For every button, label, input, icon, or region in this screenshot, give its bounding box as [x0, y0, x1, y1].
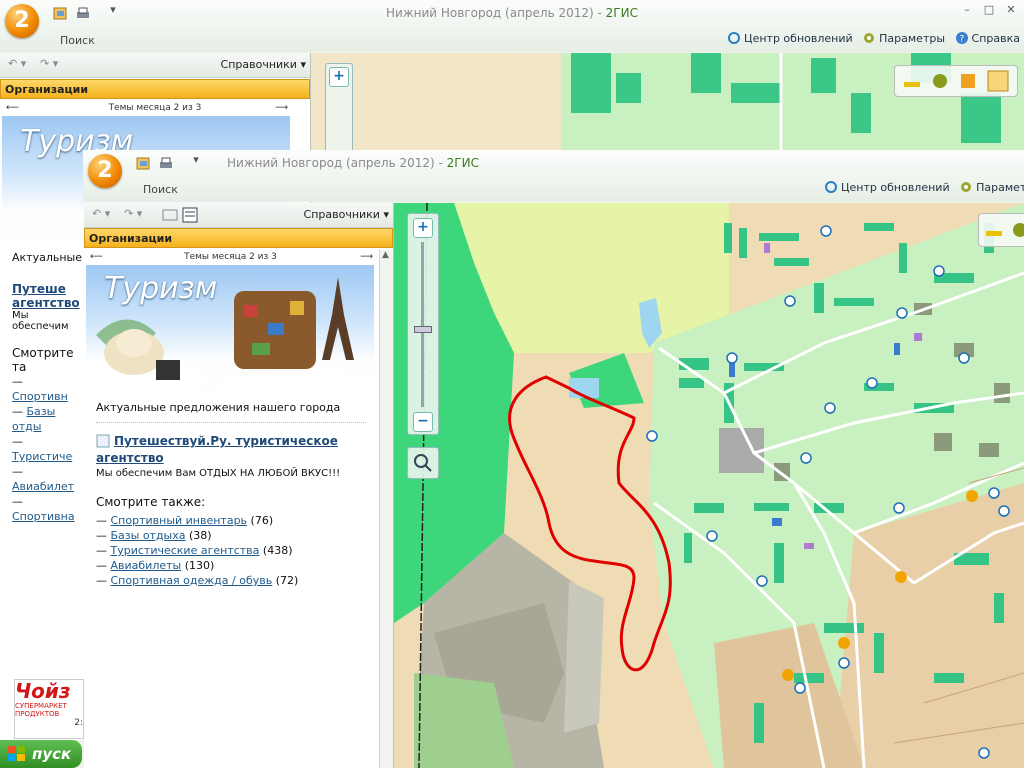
- help-link[interactable]: ? Справка: [955, 31, 1020, 45]
- detail-view-icon[interactable]: [182, 207, 198, 223]
- back-see-also: Смотрите та: [12, 346, 74, 374]
- back-subtitle: Актуальные: [12, 251, 82, 264]
- back-arrow-icon[interactable]: ↶ ▾: [8, 57, 26, 70]
- radius-icon[interactable]: [1011, 221, 1024, 239]
- themes-next-icon[interactable]: ⟶: [360, 250, 373, 264]
- tourism-banner[interactable]: Туризм: [86, 265, 374, 393]
- update-center-link[interactable]: Центр обновлений: [824, 180, 950, 194]
- map-canvas: [394, 203, 1024, 768]
- ribbon-links: Центр обновлений Параметры ? Справка: [721, 31, 1020, 45]
- list-item[interactable]: — Спортивный инвентарь (76): [96, 513, 366, 528]
- organizations-header[interactable]: Организации: [84, 228, 393, 248]
- themes-label: Темы месяца 2 из 3: [108, 103, 202, 113]
- params-link[interactable]: Параметры: [959, 180, 1024, 194]
- forward-arrow-icon[interactable]: ↷ ▾: [40, 57, 58, 70]
- list-item[interactable]: — Базы отдыха (38): [96, 528, 366, 543]
- themes-label: Темы месяца 2 из 3: [184, 252, 277, 262]
- panel-toolbar: ↶ ▾ ↷ ▾ Справочники ▾: [84, 203, 393, 228]
- featured-link[interactable]: Путешествуй.Ру. туристическое агентство: [96, 434, 338, 465]
- back-list-item[interactable]: — Спортивна: [12, 494, 82, 524]
- forward-arrow-icon[interactable]: ↷ ▾: [124, 207, 142, 220]
- start-label: пуск: [32, 745, 72, 763]
- back-map[interactable]: +: [311, 53, 1024, 150]
- zoom-out-button[interactable]: −: [413, 412, 433, 432]
- refresh-icon: [728, 32, 741, 44]
- panel-scrollbar[interactable]: ▲: [379, 250, 393, 768]
- map-view[interactable]: + −: [394, 203, 1024, 768]
- themes-prev-icon[interactable]: ⟵: [6, 101, 19, 115]
- refresh-icon: [825, 181, 837, 193]
- minimize-button[interactable]: –: [958, 3, 976, 19]
- ad-line2: ПРОДУКТОВ: [15, 710, 60, 718]
- radius-icon[interactable]: [931, 72, 949, 90]
- copy-icon[interactable]: [987, 70, 1009, 92]
- ad-brand: Чойз: [15, 679, 71, 703]
- zoom-slider[interactable]: [421, 242, 424, 407]
- divider: [96, 422, 366, 423]
- help-icon: ?: [955, 32, 968, 45]
- themes-nav: ⟵ Темы месяца 2 из 3 ⟶: [84, 250, 377, 264]
- params-link[interactable]: Параметры: [862, 31, 945, 45]
- zoom-slider-handle[interactable]: [414, 326, 432, 333]
- themes-nav: ⟵ Темы месяца 2 из 3 ⟶: [0, 101, 310, 115]
- featured-desc: Мы обеспечим Вам ОТДЫХ НА ЛЮБОЙ ВКУС!!!: [96, 468, 341, 479]
- search-tab[interactable]: Поиск: [143, 183, 178, 196]
- back-list-item[interactable]: — Туристиче: [12, 434, 82, 464]
- featured-item[interactable]: Путешествуй.Ру. туристическое агентство: [96, 433, 366, 467]
- panel-content: Актуальные предложения нашего города Пут…: [96, 401, 366, 588]
- list-view-icon[interactable]: [162, 208, 178, 222]
- maximize-button[interactable]: □: [980, 3, 998, 19]
- magnifier-tool[interactable]: [407, 447, 439, 479]
- back-desc: Мы обеспечим: [12, 310, 69, 332]
- directories-menu[interactable]: Справочники ▾: [221, 58, 306, 71]
- map-tools: [978, 213, 1024, 247]
- back-content: Актуальные Путеше агентство Мы обеспечим …: [12, 251, 82, 524]
- zoom-in-button[interactable]: +: [413, 218, 433, 238]
- ruler-icon[interactable]: [903, 72, 921, 90]
- back-window-titlebar: 2 ▾ Нижний Новгород (апрель 2012) - 2ГИС…: [0, 0, 1024, 52]
- front-window-titlebar: 2 ▾ Нижний Новгород (апрель 2012) - 2ГИС…: [83, 150, 1024, 202]
- back-zoom-control[interactable]: +: [325, 63, 353, 150]
- ruler-icon[interactable]: [985, 221, 1003, 239]
- window-title: Нижний Новгород (апрель 2012) - 2ГИС: [227, 156, 479, 170]
- close-button[interactable]: ✕: [1002, 3, 1020, 19]
- ad-line1: СУПЕРМАРКЕТ: [15, 702, 67, 710]
- ribbon-links: Центр обновлений Параметры: [818, 180, 1024, 194]
- gear-icon: [864, 33, 875, 43]
- gear-icon: [961, 182, 972, 192]
- directories-menu[interactable]: Справочники ▾: [304, 208, 389, 221]
- scroll-up-icon[interactable]: ▲: [382, 250, 389, 260]
- update-center-link[interactable]: Центр обновлений: [727, 31, 853, 45]
- list-item[interactable]: — Спортивная одежда / обувь (72): [96, 573, 366, 588]
- see-also-heading: Смотрите также:: [96, 495, 206, 509]
- panel-toolbar: ↶ ▾ ↷ ▾ Справочники ▾: [0, 53, 310, 78]
- search-tab[interactable]: Поиск: [60, 34, 95, 47]
- start-button[interactable]: пуск: [0, 740, 82, 768]
- windows-logo-icon: [8, 746, 25, 761]
- organizations-header[interactable]: Организации: [0, 79, 310, 99]
- ad-banner[interactable]: Чойз СУПЕРМАРКЕТ ПРОДУКТОВ 2:: [14, 679, 84, 739]
- list-item[interactable]: — Туристические агентства (438): [96, 543, 366, 558]
- window-title: Нижний Новгород (апрель 2012) - 2ГИС: [386, 6, 638, 20]
- banner-title: Туризм: [104, 271, 218, 306]
- themes-next-icon[interactable]: ⟶: [275, 101, 288, 115]
- layer-icon[interactable]: [959, 72, 977, 90]
- magnifier-icon: [414, 454, 432, 472]
- back-list-item[interactable]: — Авиабилет: [12, 464, 82, 494]
- list-item[interactable]: — Авиабилеты (130): [96, 558, 366, 573]
- zoom-control[interactable]: + −: [407, 213, 439, 435]
- document-icon: [96, 434, 110, 448]
- back-arrow-icon[interactable]: ↶ ▾: [92, 207, 110, 220]
- back-list-item[interactable]: — Спортивн: [12, 374, 82, 404]
- back-list-item[interactable]: — Базы отды: [12, 404, 82, 434]
- svg-text:?: ?: [959, 35, 964, 45]
- themes-prev-icon[interactable]: ⟵: [90, 250, 103, 264]
- back-zoom-in-button[interactable]: +: [329, 67, 349, 87]
- ad-line3: 2:: [74, 718, 83, 728]
- back-map-tools: [894, 65, 1018, 97]
- see-also-list: — Спортивный инвентарь (76) — Базы отдых…: [96, 513, 366, 588]
- offers-subtitle: Актуальные предложения нашего города: [96, 401, 341, 414]
- side-panel: ↶ ▾ ↷ ▾ Справочники ▾ Организации ⟵ Темы…: [84, 203, 394, 768]
- back-featured[interactable]: Путеше агентство: [12, 282, 82, 310]
